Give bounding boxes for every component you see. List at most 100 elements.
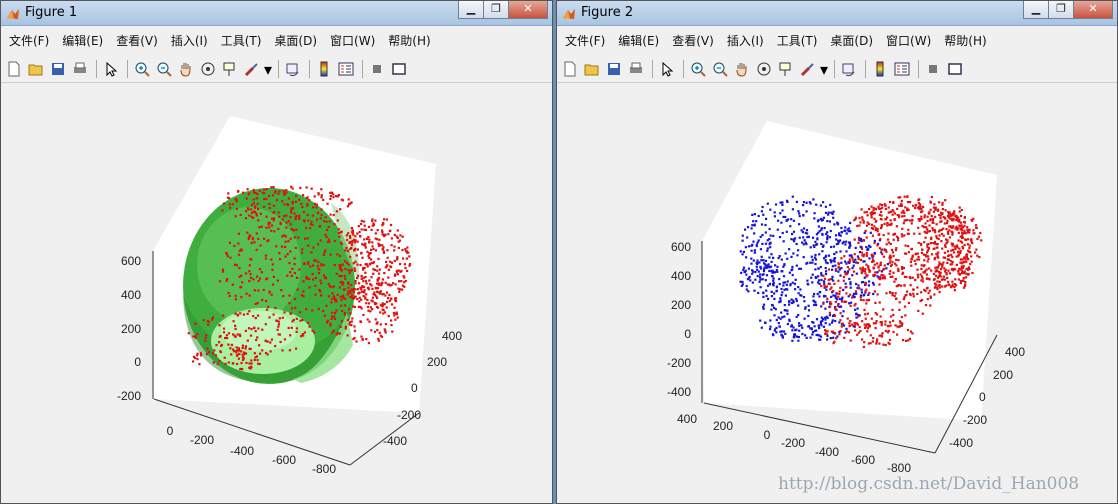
rotate-3d-icon[interactable] — [754, 59, 774, 79]
scatter-point — [290, 274, 293, 277]
brush-icon[interactable] — [798, 59, 818, 79]
scatter-point — [785, 288, 788, 291]
scatter-point — [977, 235, 980, 238]
scatter-point — [947, 280, 950, 283]
scatter-point — [949, 286, 953, 289]
link-plot-icon[interactable] — [839, 59, 859, 79]
menu-file[interactable]: 文件(F) — [560, 31, 610, 51]
scatter-point — [854, 290, 857, 293]
close-button[interactable]: ✕ — [1073, 1, 1113, 19]
menu-tools[interactable]: 工具(T) — [216, 31, 267, 51]
pan-icon[interactable] — [176, 59, 196, 79]
scatter-point — [859, 267, 862, 270]
minimize-button[interactable]: ▁ — [1023, 1, 1049, 19]
restore-button[interactable]: ❐ — [1048, 1, 1074, 19]
print-icon[interactable] — [70, 59, 90, 79]
menu-insert[interactable]: 插入(I) — [722, 31, 769, 51]
menu-help[interactable]: 帮助(H) — [383, 31, 435, 51]
zoom-out-icon[interactable] — [710, 59, 730, 79]
legend-icon[interactable] — [336, 59, 356, 79]
menu-insert[interactable]: 插入(I) — [166, 31, 213, 51]
scatter-point — [272, 313, 275, 316]
scatter-point — [826, 238, 829, 241]
scatter-point — [330, 285, 333, 288]
open-file-icon[interactable] — [26, 59, 46, 79]
link-plot-icon[interactable] — [283, 59, 303, 79]
scatter-point — [749, 279, 752, 282]
zoom-in-icon[interactable] — [132, 59, 152, 79]
menu-help[interactable]: 帮助(H) — [939, 31, 991, 51]
menu-file[interactable]: 文件(F) — [4, 31, 54, 51]
brush-icon[interactable] — [242, 59, 262, 79]
save-icon[interactable] — [48, 59, 68, 79]
menu-desktop[interactable]: 桌面(D) — [825, 31, 878, 51]
figure2-axes[interactable]: 600 400 200 0 -200 -400 400 200 0 -200 -… — [557, 83, 1118, 504]
menu-desktop[interactable]: 桌面(D) — [269, 31, 322, 51]
figure2-titlebar[interactable]: Figure 2 ▁ ❐ ✕ — [557, 1, 1117, 26]
scatter-point — [860, 247, 864, 250]
pan-icon[interactable] — [732, 59, 752, 79]
scatter-point — [888, 261, 891, 264]
z-tick-label: 600 — [671, 240, 691, 254]
scatter-point — [347, 292, 350, 296]
scatter-point — [961, 226, 965, 229]
scatter-point — [753, 249, 756, 252]
hide-plot-tools-icon[interactable] — [367, 59, 387, 79]
scatter-point — [371, 245, 374, 248]
chevron-down-icon[interactable]: ▾ — [264, 59, 272, 79]
scatter-point — [782, 284, 785, 287]
scatter-point — [298, 198, 301, 201]
colorbar-icon[interactable] — [314, 59, 334, 79]
colorbar-icon[interactable] — [870, 59, 890, 79]
legend-icon[interactable] — [892, 59, 912, 79]
menu-window[interactable]: 窗口(W) — [881, 31, 936, 51]
scatter-point — [860, 288, 863, 291]
zoom-out-icon[interactable] — [154, 59, 174, 79]
menu-view[interactable]: 查看(V) — [667, 31, 719, 51]
print-icon[interactable] — [626, 59, 646, 79]
open-file-icon[interactable] — [582, 59, 602, 79]
restore-button[interactable]: ❐ — [483, 1, 509, 19]
chevron-down-icon[interactable]: ▾ — [820, 59, 828, 79]
zoom-in-icon[interactable] — [688, 59, 708, 79]
x-tick-label: 200 — [713, 419, 733, 433]
edit-plot-icon[interactable] — [101, 59, 121, 79]
menu-bar: 文件(F) 编辑(E) 查看(V) 插入(I) 工具(T) 桌面(D) 窗口(W… — [1, 31, 552, 51]
figure1-titlebar[interactable]: Figure 1 ▁ ❐ ✕ — [1, 1, 552, 26]
scatter-point — [919, 205, 922, 208]
scatter-point — [340, 198, 343, 201]
show-plot-tools-icon[interactable] — [389, 59, 409, 79]
figure1-axes[interactable]: 600 400 200 0 -200 400 200 0 -200 -400 0… — [1, 83, 553, 504]
scatter-point — [262, 288, 265, 291]
scatter-point — [932, 229, 935, 232]
show-plot-tools-icon[interactable] — [945, 59, 965, 79]
scatter-point — [323, 314, 326, 317]
scatter-point — [781, 291, 784, 294]
close-button[interactable]: ✕ — [508, 1, 548, 19]
scatter-point — [345, 246, 348, 250]
scatter-point — [241, 353, 244, 356]
scatter-point — [352, 291, 355, 294]
new-figure-icon[interactable] — [560, 59, 580, 79]
save-icon[interactable] — [604, 59, 624, 79]
scatter-point — [398, 290, 401, 293]
hide-plot-tools-icon[interactable] — [923, 59, 943, 79]
scatter-point — [237, 357, 240, 360]
new-figure-icon[interactable] — [4, 59, 24, 79]
menu-edit[interactable]: 编辑(E) — [57, 31, 108, 51]
menu-edit[interactable]: 编辑(E) — [613, 31, 664, 51]
scatter-point — [965, 276, 968, 279]
rotate-3d-icon[interactable] — [198, 59, 218, 79]
edit-plot-icon[interactable] — [657, 59, 677, 79]
scatter-point — [762, 305, 765, 309]
scatter-point — [939, 217, 942, 220]
scatter-point — [861, 266, 864, 269]
scatter-point — [878, 334, 881, 337]
data-cursor-icon[interactable] — [776, 59, 796, 79]
menu-window[interactable]: 窗口(W) — [325, 31, 380, 51]
menu-view[interactable]: 查看(V) — [111, 31, 163, 51]
minimize-button[interactable]: ▁ — [458, 1, 484, 19]
scatter-point — [892, 233, 895, 236]
menu-tools[interactable]: 工具(T) — [772, 31, 823, 51]
data-cursor-icon[interactable] — [220, 59, 240, 79]
